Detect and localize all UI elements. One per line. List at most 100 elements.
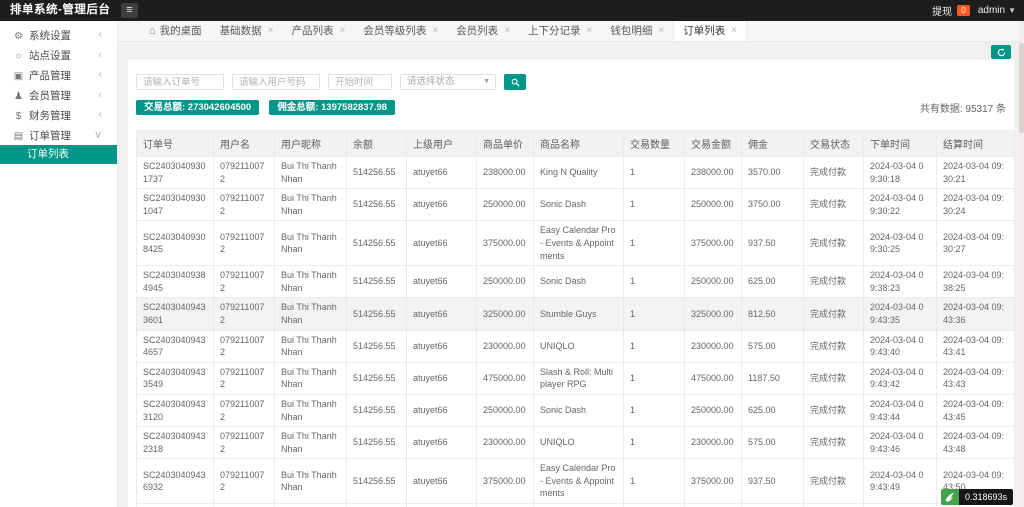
tab[interactable]: 上下分记录 × — [519, 21, 601, 41]
trace-time: 0.318693s — [959, 489, 1013, 505]
trace-badge[interactable]: 0.318693s — [941, 489, 1013, 505]
table-cell: 2024-03-04 09:38:23 — [864, 266, 937, 298]
home-icon: ⌂ — [149, 21, 156, 41]
close-icon[interactable]: × — [587, 21, 593, 41]
column-header: 商品单价 — [477, 131, 534, 157]
table-cell: 1187.50 — [742, 362, 804, 394]
table-cell: 3570.00 — [742, 157, 804, 189]
search-button[interactable] — [504, 74, 526, 90]
sidebar-item[interactable]: ♟会员管理‹ — [0, 85, 117, 105]
user-menu[interactable]: admin — [978, 5, 1005, 16]
table-cell: 2024-03-04 09:30:22 — [864, 189, 937, 221]
withdraw-link[interactable]: 提现 — [932, 3, 952, 18]
close-icon[interactable]: × — [731, 21, 737, 41]
column-header: 结算时间 — [937, 131, 1015, 157]
close-icon[interactable]: × — [340, 21, 346, 41]
sidebar-item[interactable]: ▣产品管理‹ — [0, 65, 117, 85]
close-icon[interactable]: × — [268, 21, 274, 41]
table-cell: 0792110072 — [214, 504, 275, 507]
table-cell: 230000.00 — [477, 427, 534, 459]
table-cell: 2024-03-04 09:30:24 — [937, 189, 1015, 221]
table-cell: 2024-03-04 09:43:49 — [864, 459, 937, 504]
tab[interactable]: 基础数据× — [211, 21, 283, 41]
table-cell: SC24030409308425 — [137, 221, 214, 266]
close-icon[interactable]: × — [504, 21, 510, 41]
tab[interactable]: 钱包明细 × — [601, 21, 673, 41]
table-cell: atuyet66 — [407, 221, 477, 266]
table-cell: 1 — [624, 221, 685, 266]
tab-label: 上下分记录 — [528, 21, 581, 41]
refresh-button[interactable] — [991, 45, 1011, 59]
main-content: 请选择状态 ▼ 交易总额: 273042604500 佣金总额: 1397582… — [118, 42, 1024, 507]
table-row: SC240304093849450792110072Bui Thi Thanh … — [137, 266, 1015, 298]
user-no-input[interactable] — [232, 74, 320, 90]
sidebar-item[interactable]: $财务管理‹ — [0, 105, 117, 125]
table-cell: 250000.00 — [477, 189, 534, 221]
tab[interactable]: 订单列表 × — [673, 21, 747, 41]
tab[interactable]: 会员列表 × — [447, 21, 519, 41]
sidebar-item[interactable]: ⚙系统设置‹ — [0, 25, 117, 45]
table-cell: 1 — [624, 298, 685, 330]
tab-label: 会员列表 — [456, 21, 498, 41]
table-row: SC240304093017370792110072Bui Thi Thanh … — [137, 157, 1015, 189]
table-row: SC240304094335490792110072Bui Thi Thanh … — [137, 362, 1015, 394]
table-cell: 完成付款 — [804, 427, 864, 459]
table-cell: 0792110072 — [214, 221, 275, 266]
table-cell: 0792110072 — [214, 298, 275, 330]
order-table: 订单号用户名用户昵称余额上级用户商品单价商品名称交易数量交易金额佣金交易状态下单… — [136, 130, 1015, 507]
totals-row: 交易总额: 273042604500 佣金总额: 1397582837.98 共… — [136, 100, 1006, 115]
app-title: 排单系统-管理后台 — [10, 0, 110, 21]
start-time-input[interactable] — [328, 74, 392, 90]
close-icon[interactable]: × — [432, 21, 438, 41]
table-cell: Bui Thi Thanh Nhan — [275, 394, 347, 426]
order-no-input[interactable] — [136, 74, 224, 90]
table-cell: SC24030409301737 — [137, 157, 214, 189]
table-cell: 514256.55 — [347, 504, 407, 507]
table-cell: 230000.00 — [685, 330, 742, 362]
table-cell: 2024-03-04 09:30:27 — [937, 221, 1015, 266]
status-select-value: 请选择状态 — [407, 76, 455, 87]
table-cell: atuyet66 — [407, 298, 477, 330]
status-select[interactable]: 请选择状态 ▼ — [400, 74, 496, 90]
column-header: 商品名称 — [534, 131, 624, 157]
refresh-icon — [997, 48, 1006, 57]
table-cell: 1 — [624, 504, 685, 507]
commission-total-badge[interactable]: 佣金总额: 1397582837.98 — [269, 100, 395, 115]
table-cell: 514256.55 — [347, 362, 407, 394]
chevron-collapsed-icon: ‹ — [98, 105, 102, 125]
trade-total-badge[interactable]: 交易总额: 273042604500 — [136, 100, 259, 115]
table-cell: 812.50 — [742, 298, 804, 330]
sidebar-item[interactable]: ▤订单管理∨ — [0, 125, 117, 145]
table-cell: 238000.00 — [685, 157, 742, 189]
table-cell: 625.00 — [742, 266, 804, 298]
window-scrollbar[interactable] — [1019, 21, 1024, 507]
table-cell: Sonic Dash — [534, 266, 624, 298]
order-list-panel: 请选择状态 ▼ 交易总额: 273042604500 佣金总额: 1397582… — [128, 60, 1014, 507]
tab-label: 我的桌面 — [160, 21, 202, 41]
tab-label: 钱包明细 — [610, 21, 652, 41]
table-cell: 514256.55 — [347, 157, 407, 189]
table-cell: 完成付款 — [804, 189, 864, 221]
table-cell: SC24030409434657 — [137, 330, 214, 362]
table-cell: 250000.00 — [685, 189, 742, 221]
close-icon[interactable]: × — [658, 21, 664, 41]
tab-label: 订单列表 — [683, 21, 725, 41]
tab-label: 会员等级列表 — [363, 21, 426, 41]
scrollbar-thumb[interactable] — [1019, 43, 1024, 133]
table-cell: atuyet66 — [407, 459, 477, 504]
table-cell: Sonic Dash — [534, 189, 624, 221]
tab[interactable]: ⌂我的桌面 — [140, 21, 211, 41]
table-cell: 575.00 — [742, 330, 804, 362]
sidebar-item[interactable]: ○站点设置‹ — [0, 45, 117, 65]
table-cell: SC24030409433549 — [137, 362, 214, 394]
tab[interactable]: 会员等级列表 × — [354, 21, 447, 41]
chevron-expanded-icon: ∨ — [94, 125, 102, 145]
column-header: 交易数量 — [624, 131, 685, 157]
table-cell: Bui Thi Thanh Nhan — [275, 189, 347, 221]
sidebar-subitem-order-list[interactable]: 订单列表 — [0, 145, 117, 164]
tab[interactable]: 产品列表× — [283, 21, 355, 41]
table-cell: Bui Thi Thanh Nhan — [275, 221, 347, 266]
column-header: 订单号 — [137, 131, 214, 157]
menu-collapse-button[interactable]: ≡ — [121, 3, 138, 18]
column-header: 佣金 — [742, 131, 804, 157]
